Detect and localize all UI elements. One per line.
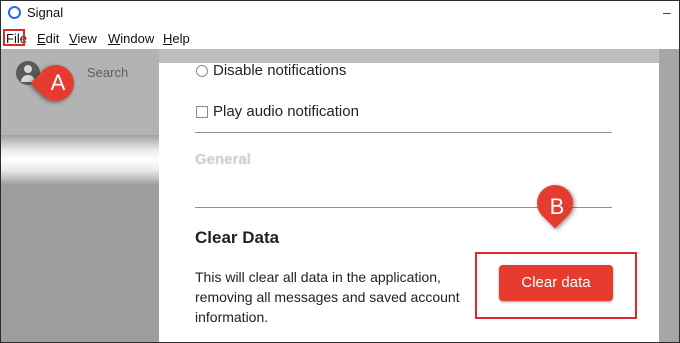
menu-help-mnemonic: H <box>163 31 173 46</box>
play-audio-label: Play audio notification <box>213 103 359 120</box>
conversation-list <box>1 184 159 342</box>
menu-window-mnemonic: W <box>108 31 121 46</box>
window-title: Signal <box>27 5 64 20</box>
clear-data-heading: Clear Data <box>195 228 280 247</box>
general-heading: General <box>195 151 251 168</box>
menu-help[interactable]: Help <box>163 31 190 46</box>
menu-window-label: indow <box>120 31 155 46</box>
menu-help-label: elp <box>172 31 190 46</box>
search-input[interactable]: Search <box>87 65 128 80</box>
dialog-top-fade <box>159 49 659 63</box>
menu-view-label: iew <box>77 31 97 46</box>
title-bar: Signal – <box>1 1 679 27</box>
menu-window[interactable]: Window <box>108 31 154 46</box>
disable-notifications-label: Disable notifications <box>213 62 347 79</box>
signal-logo-icon <box>8 6 21 19</box>
scrollbar-track[interactable] <box>658 49 679 342</box>
clear-button-highlight-box <box>475 252 637 319</box>
menu-edit-mnemonic: E <box>37 31 46 46</box>
menu-edit[interactable]: Edit <box>37 31 59 46</box>
section-divider <box>195 132 612 133</box>
minimize-button[interactable]: – <box>663 5 671 19</box>
disable-notifications-radio[interactable] <box>196 65 208 77</box>
menu-view[interactable]: View <box>69 31 97 46</box>
callout-b-label: B <box>549 194 565 219</box>
menu-bar: File Edit View Window Help <box>1 29 679 49</box>
clear-data-description: This will clear all data in the applicat… <box>195 269 460 325</box>
callout-a-label: A <box>50 70 66 95</box>
menu-edit-label: dit <box>45 31 60 46</box>
file-menu-highlight-box <box>3 29 25 46</box>
play-audio-checkbox[interactable] <box>196 106 208 118</box>
